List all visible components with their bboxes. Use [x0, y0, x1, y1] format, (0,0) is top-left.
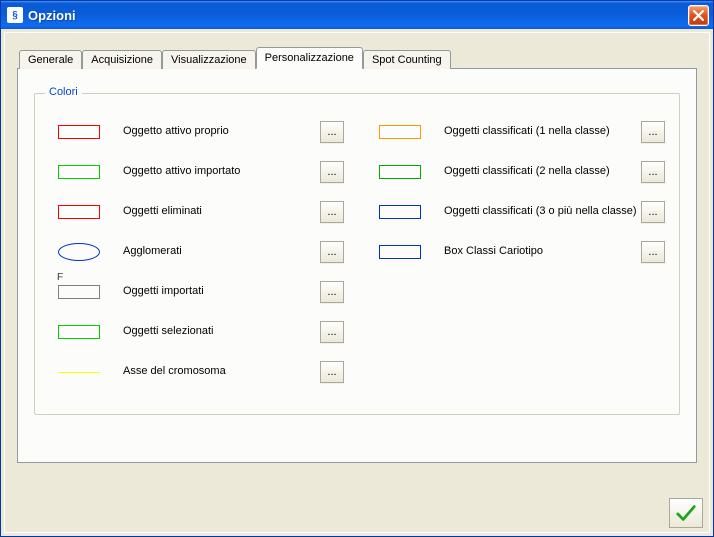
swatch-oggetto-attivo-proprio	[49, 125, 109, 139]
swatch-oggetti-eliminati	[49, 205, 109, 219]
colors-left-column: Oggetto attivo proprio ... Oggetto attiv…	[49, 112, 344, 392]
color-row: Oggetti eliminati ...	[49, 192, 344, 232]
tab-strip: Generale Acquisizione Visualizzazione Pe…	[17, 47, 697, 68]
color-swatch-icon	[379, 165, 421, 179]
group-colori: Colori Oggetto attivo proprio ...	[34, 93, 680, 415]
checkmark-icon	[675, 502, 697, 524]
color-row: Box Classi Cariotipo ...	[370, 232, 665, 272]
swatch-agglomerati	[49, 243, 109, 261]
color-swatch-icon	[58, 205, 100, 219]
color-label: Oggetto attivo proprio	[109, 125, 320, 138]
color-swatch-icon	[379, 245, 421, 259]
colors-grid: Oggetto attivo proprio ... Oggetto attiv…	[49, 112, 665, 392]
color-swatch-icon	[58, 243, 100, 261]
color-row: Oggetti classificati (2 nella classe) ..…	[370, 152, 665, 192]
color-label: Oggetti classificati (1 nella classe)	[430, 125, 641, 138]
swatch-asse-cromosoma	[49, 372, 109, 373]
color-row: Agglomerati ...	[49, 232, 344, 272]
swatch-oggetti-importati: F	[49, 285, 109, 299]
pick-color-button[interactable]: ...	[641, 241, 665, 263]
color-row: Oggetti selezionati ...	[49, 312, 344, 352]
client-area: Generale Acquisizione Visualizzazione Pe…	[1, 29, 713, 536]
pick-color-button[interactable]: ...	[320, 321, 344, 343]
color-label: Asse del cromosoma	[109, 365, 320, 378]
close-button[interactable]	[688, 5, 709, 26]
color-label: Oggetti importati	[109, 285, 320, 298]
swatch-box-classi-cariotipo	[370, 245, 430, 259]
pick-color-button[interactable]: ...	[641, 121, 665, 143]
tab-generale[interactable]: Generale	[19, 50, 82, 69]
color-label: Oggetti classificati (2 nella classe)	[430, 165, 641, 178]
color-label: Agglomerati	[109, 245, 320, 258]
color-swatch-icon	[58, 165, 100, 179]
bottom-bar	[669, 498, 703, 528]
swatch-classificati-2	[370, 165, 430, 179]
color-label: Oggetti selezionati	[109, 325, 320, 338]
color-label: Oggetti classificati (3 o più nella clas…	[430, 205, 641, 218]
tab-panel-personalizzazione: Colori Oggetto attivo proprio ...	[17, 68, 697, 463]
pick-color-button[interactable]: ...	[641, 201, 665, 223]
window-title: Opzioni	[28, 8, 688, 23]
pick-color-button[interactable]: ...	[320, 361, 344, 383]
pick-color-button[interactable]: ...	[320, 161, 344, 183]
swatch-oggetto-attivo-importato	[49, 165, 109, 179]
pick-color-button[interactable]: ...	[320, 241, 344, 263]
tab-acquisizione[interactable]: Acquisizione	[82, 50, 162, 69]
colors-right-column: Oggetti classificati (1 nella classe) ..…	[370, 112, 665, 392]
color-swatch-icon	[379, 125, 421, 139]
app-icon: §	[7, 7, 23, 23]
color-swatch-icon	[58, 285, 100, 299]
pick-color-button[interactable]: ...	[320, 201, 344, 223]
color-row: Oggetto attivo proprio ...	[49, 112, 344, 152]
group-legend: Colori	[45, 86, 82, 98]
tab-personalizzazione[interactable]: Personalizzazione	[256, 47, 363, 69]
color-row: Oggetti classificati (1 nella classe) ..…	[370, 112, 665, 152]
color-row: Oggetto attivo importato ...	[49, 152, 344, 192]
swatch-marker: F	[57, 272, 63, 283]
color-row: F Oggetti importati ...	[49, 272, 344, 312]
swatch-classificati-3	[370, 205, 430, 219]
pick-color-button[interactable]: ...	[641, 161, 665, 183]
color-swatch-icon	[58, 325, 100, 339]
tab-spot-counting[interactable]: Spot Counting	[363, 50, 451, 69]
color-swatch-icon	[58, 125, 100, 139]
titlebar: § Opzioni	[1, 1, 713, 29]
pick-color-button[interactable]: ...	[320, 281, 344, 303]
tab-visualizzazione[interactable]: Visualizzazione	[162, 50, 256, 69]
color-label: Oggetto attivo importato	[109, 165, 320, 178]
color-swatch-icon	[379, 205, 421, 219]
tab-container: Generale Acquisizione Visualizzazione Pe…	[17, 47, 697, 463]
swatch-oggetti-selezionati	[49, 325, 109, 339]
swatch-classificati-1	[370, 125, 430, 139]
color-swatch-icon	[58, 372, 100, 373]
pick-color-button[interactable]: ...	[320, 121, 344, 143]
close-icon	[693, 10, 704, 21]
ok-button[interactable]	[669, 498, 703, 528]
options-window: § Opzioni Generale Acquisizione Visualiz…	[0, 0, 714, 537]
color-row: Asse del cromosoma ...	[49, 352, 344, 392]
color-row: Oggetti classificati (3 o più nella clas…	[370, 192, 665, 232]
color-label: Box Classi Cariotipo	[430, 245, 641, 258]
color-label: Oggetti eliminati	[109, 205, 320, 218]
